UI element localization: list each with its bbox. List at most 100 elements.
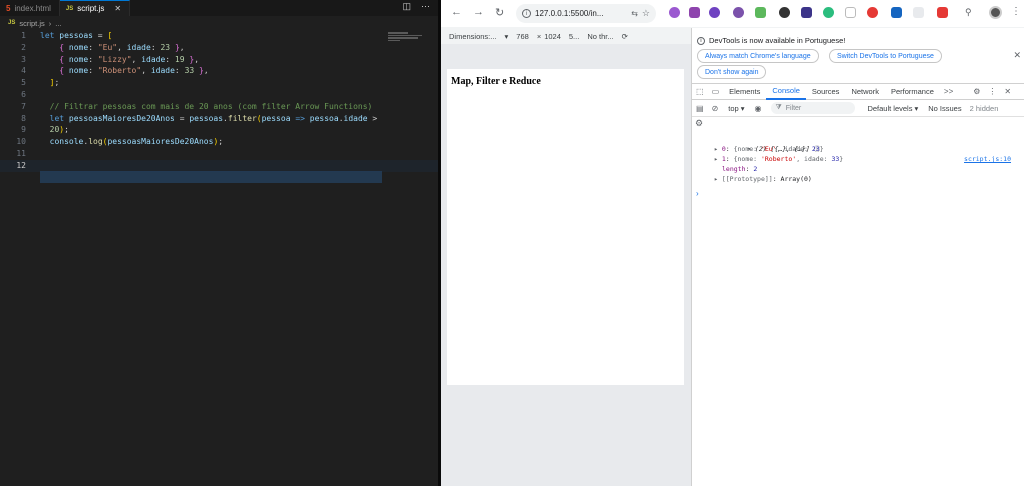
code-text: let pessoasMaioresDe20Anos = pessoas.fil…: [40, 113, 378, 123]
extension-icon[interactable]: [823, 7, 834, 18]
code-line: 5 ];: [0, 77, 438, 89]
code-line: 4 { nome: "Roberto", idade: 33 },: [0, 65, 438, 77]
menu-icon[interactable]: ⋮: [1011, 6, 1021, 17]
dimensions-select[interactable]: Dimensions:...: [449, 32, 497, 41]
tab-elements[interactable]: Elements: [723, 84, 766, 100]
tab-performance[interactable]: Performance: [885, 84, 940, 100]
code-line: 8 let pessoasMaioresDe20Anos = pessoas.f…: [0, 113, 438, 125]
hidden-count: 2 hidden: [969, 103, 999, 113]
sidebar-icon[interactable]: ▤: [692, 104, 708, 113]
breadcrumb-symbol[interactable]: ...: [55, 19, 61, 28]
height-input[interactable]: 1024: [544, 32, 561, 41]
line-number: 6: [21, 89, 26, 99]
console-array-item[interactable]: ▸ 0: {nome: 'Eu', idade: 23}: [692, 144, 1024, 154]
more-tabs-icon[interactable]: >>: [940, 87, 957, 96]
zoom-select[interactable]: 5...: [569, 32, 579, 41]
extension-icon[interactable]: [733, 7, 744, 18]
console-prompt-icon[interactable]: ›: [696, 189, 699, 198]
filter-input[interactable]: ⧩ Filter: [771, 102, 856, 114]
extensions-puzzle-icon[interactable]: ⚲: [965, 7, 976, 18]
switch-language-button[interactable]: Switch DevTools to Portuguese: [829, 49, 942, 63]
split-editor-icon[interactable]: ◫: [402, 1, 411, 12]
inspect-icon[interactable]: ⬚: [692, 87, 708, 96]
issues-status[interactable]: No Issues: [928, 104, 961, 113]
extension-icon[interactable]: [779, 7, 790, 18]
code-editor[interactable]: 1 let pessoas = [ 2 { nome: "Eu", idade: …: [0, 30, 438, 172]
tab-network[interactable]: Network: [845, 84, 885, 100]
tab-index-html[interactable]: 5 index.html: [0, 0, 60, 16]
context-select[interactable]: top: [728, 104, 738, 113]
reload-icon[interactable]: ↻: [495, 6, 504, 19]
extension-icon[interactable]: [867, 7, 878, 18]
line-number: 7: [21, 101, 26, 111]
code-comment: // Filtrar pessoas com mais de 20 anos (…: [40, 101, 373, 111]
vscode-window: 5 index.html JS script.js ✕ ◫ ⋯ JS scrip…: [0, 0, 438, 486]
devtools-tabs: ⬚ ▭ Elements Console Sources Network Per…: [692, 83, 1024, 100]
console-log-entry[interactable]: ▾ (2) [{…}, {…}] ⓘ script.js:10: [692, 134, 1024, 163]
expand-triangle-icon: ▸: [714, 155, 722, 163]
console-prototype[interactable]: ▸ [[Prototype]]: Array(0): [692, 174, 1024, 184]
extension-icon[interactable]: [709, 7, 720, 18]
code-line-current: 12: [0, 159, 438, 172]
extension-icon[interactable]: [913, 7, 924, 18]
chevron-down-icon[interactable]: ▾: [914, 104, 918, 113]
rendered-page: Map, Filter e Reduce: [447, 69, 684, 385]
more-actions-icon[interactable]: ⋯: [421, 1, 430, 12]
code-line: 11: [0, 148, 438, 160]
forward-icon[interactable]: →: [473, 6, 484, 18]
tab-console[interactable]: Console: [766, 84, 806, 100]
width-input[interactable]: 768: [516, 32, 529, 41]
filter-placeholder: Filter: [785, 104, 802, 112]
times-label: ×: [536, 31, 542, 41]
close-icon[interactable]: ✕: [1013, 50, 1021, 61]
console-settings-icon[interactable]: ⚙: [695, 118, 703, 129]
console-output: ▾ (2) [{…}, {…}] ⓘ script.js:10 ▸ 0: {no…: [692, 134, 1024, 184]
expand-triangle-icon: ▸: [714, 145, 722, 153]
expand-triangle-icon: ▸: [714, 175, 722, 183]
breadcrumb-file[interactable]: script.js: [19, 19, 44, 28]
code-line: 1 let pessoas = [: [0, 30, 438, 42]
language-notice: i DevTools is now available in Portugues…: [692, 28, 1024, 82]
tab-sources[interactable]: Sources: [806, 84, 846, 100]
extension-icon[interactable]: [801, 7, 812, 18]
clear-console-icon[interactable]: ⊘: [708, 104, 723, 113]
console-array-item[interactable]: ▸ 1: {nome: 'Roberto', idade: 33}: [692, 154, 1024, 164]
always-match-button[interactable]: Always match Chrome's language: [697, 49, 819, 63]
back-icon[interactable]: ←: [451, 6, 462, 18]
chevron-down-icon[interactable]: ▾: [741, 104, 745, 113]
dont-show-button[interactable]: Don't show again: [697, 65, 767, 79]
minimap[interactable]: [388, 32, 430, 46]
line-number: 8: [21, 113, 26, 123]
close-icon[interactable]: ✕: [1000, 87, 1015, 96]
chevron-down-icon[interactable]: ▾: [505, 32, 509, 41]
editor-actions: ◫ ⋯: [402, 1, 430, 12]
line-number: 1: [21, 31, 26, 40]
profile-avatar[interactable]: [989, 6, 1002, 19]
eye-icon[interactable]: ◉: [750, 104, 765, 113]
site-info-icon[interactable]: i: [522, 9, 531, 18]
code-line: 3 { nome: "Lizzy", idade: 19 },: [0, 54, 438, 66]
throttle-select[interactable]: No thr...: [587, 32, 613, 41]
extension-icon[interactable]: [755, 7, 766, 18]
rotate-icon[interactable]: ⟳: [622, 32, 628, 41]
bookmark-star-icon[interactable]: ☆: [642, 8, 650, 19]
code-line: 9 20);: [0, 124, 438, 136]
device-toggle-icon[interactable]: ▭: [708, 87, 724, 96]
close-icon[interactable]: ✕: [114, 4, 121, 13]
extension-icon[interactable]: [845, 7, 856, 18]
address-bar[interactable]: i 127.0.0.1:5500/in... ⇆ ☆: [516, 4, 656, 23]
tab-label: index.html: [14, 3, 51, 13]
settings-gear-icon[interactable]: ⚙: [969, 87, 984, 96]
menu-icon[interactable]: ⋮: [984, 87, 1000, 96]
url-text[interactable]: 127.0.0.1:5500/in...: [535, 9, 604, 18]
translate-icon[interactable]: ⇆: [631, 9, 638, 18]
log-levels-select[interactable]: Default levels: [867, 104, 912, 113]
extension-icon[interactable]: [669, 7, 680, 18]
line-number: 12: [16, 160, 26, 170]
extension-icon[interactable]: [937, 7, 948, 18]
extension-icon[interactable]: [689, 7, 700, 18]
device-viewport: Map, Filter e Reduce: [441, 44, 691, 486]
tab-script-js[interactable]: JS script.js ✕: [59, 0, 131, 16]
code-line: 6: [0, 89, 438, 101]
extension-icon[interactable]: [891, 7, 902, 18]
